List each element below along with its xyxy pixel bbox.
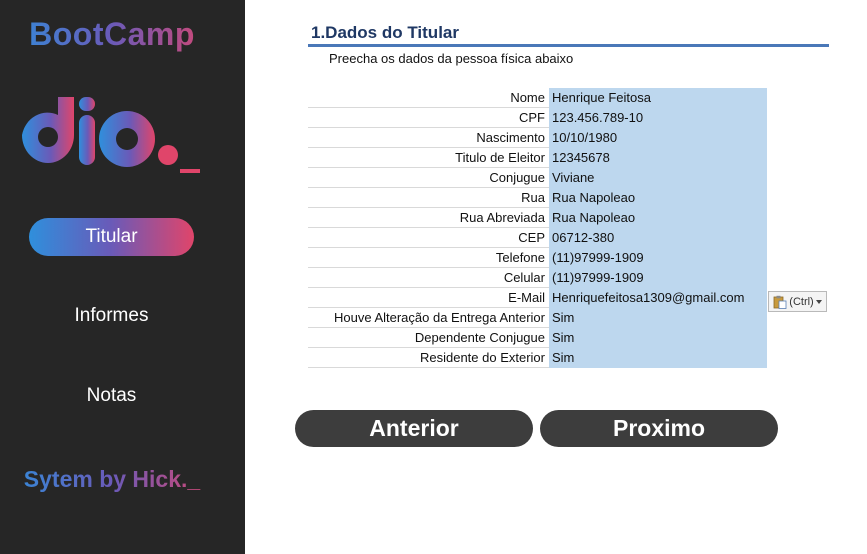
titular-form: Nome Henrique Feitosa CPF 123.456.789-10 Nas… (308, 88, 767, 368)
section-subtitle: Preecha os dados da pessoa física abaixo (329, 51, 574, 66)
field-value[interactable]: (11)97999-1909 (549, 267, 767, 288)
field-label: E-Mail (308, 287, 549, 308)
dio-logo (22, 97, 200, 173)
field-label: CPF (308, 107, 549, 128)
paste-options-button[interactable]: (Ctrl) (768, 291, 827, 312)
chevron-down-icon (815, 299, 822, 304)
form-row: Nome Henrique Feitosa (308, 88, 767, 108)
section-title: 1.Dados do Titular (311, 23, 459, 42)
field-value[interactable]: Rua Napoleao (549, 187, 767, 208)
footer-brand: Sytem by Hick._ (0, 466, 224, 493)
form-row: Residente do Exterior Sim (308, 347, 767, 368)
form-row: Dependente Conjugue Sim (308, 327, 767, 348)
field-label: Residente do Exterior (308, 347, 549, 368)
main-content: 1.Dados do Titular Preecha os dados da p… (245, 0, 867, 554)
field-value[interactable]: 123.456.789-10 (549, 107, 767, 128)
previous-button[interactable]: Anterior (295, 410, 533, 447)
field-label: Rua Abreviada (308, 207, 549, 228)
form-row: Rua Rua Napoleao (308, 187, 767, 208)
paste-options-label: (Ctrl) (789, 295, 814, 308)
form-row: CEP 06712-380 (308, 227, 767, 248)
field-value[interactable]: Rua Napoleao (549, 207, 767, 228)
field-label: Rua (308, 187, 549, 208)
field-value[interactable]: Sim (549, 327, 767, 348)
field-value[interactable]: 10/10/1980 (549, 127, 767, 148)
field-value[interactable]: Sim (549, 307, 767, 328)
form-row: Telefone (11)97999-1909 (308, 247, 767, 268)
field-label: Dependente Conjugue (308, 327, 549, 348)
form-row: CPF 123.456.789-10 (308, 107, 767, 128)
form-row: E-Mail Henriquefeitosa1309@gmail.com (308, 287, 767, 308)
form-row: Conjugue Viviane (308, 167, 767, 188)
nav-item-notas[interactable]: Notas (29, 377, 194, 415)
paste-icon (773, 295, 787, 309)
field-label: Titulo de Eleitor (308, 147, 549, 168)
nav-item-titular[interactable]: Titular (29, 218, 194, 256)
field-value[interactable]: 12345678 (549, 147, 767, 168)
section-divider (308, 44, 829, 47)
field-value[interactable]: Viviane (549, 167, 767, 188)
field-value[interactable]: Sim (549, 347, 767, 368)
field-label: Conjugue (308, 167, 549, 188)
form-row: Celular (11)97999-1909 (308, 267, 767, 288)
next-button[interactable]: Proximo (540, 410, 778, 447)
field-value[interactable]: Henrique Feitosa (549, 88, 767, 108)
form-row: Houve Alteração da Entrega Anterior Sim (308, 307, 767, 328)
brand-title: BootCamp (0, 16, 224, 53)
form-row: Rua Abreviada Rua Napoleao (308, 207, 767, 228)
field-label: Houve Alteração da Entrega Anterior (308, 307, 549, 328)
sidebar: BootCamp Titular Informes Notas Sytem by… (0, 0, 245, 554)
field-label: Nome (308, 88, 549, 108)
field-value[interactable]: 06712-380 (549, 227, 767, 248)
nav-item-informes[interactable]: Informes (29, 297, 194, 335)
form-row: Nascimento 10/10/1980 (308, 127, 767, 148)
field-label: CEP (308, 227, 549, 248)
field-value[interactable]: Henriquefeitosa1309@gmail.com (549, 287, 767, 308)
field-value[interactable]: (11)97999-1909 (549, 247, 767, 268)
field-label: Celular (308, 267, 549, 288)
field-label: Telefone (308, 247, 549, 268)
field-label: Nascimento (308, 127, 549, 148)
form-row: Titulo de Eleitor 12345678 (308, 147, 767, 168)
